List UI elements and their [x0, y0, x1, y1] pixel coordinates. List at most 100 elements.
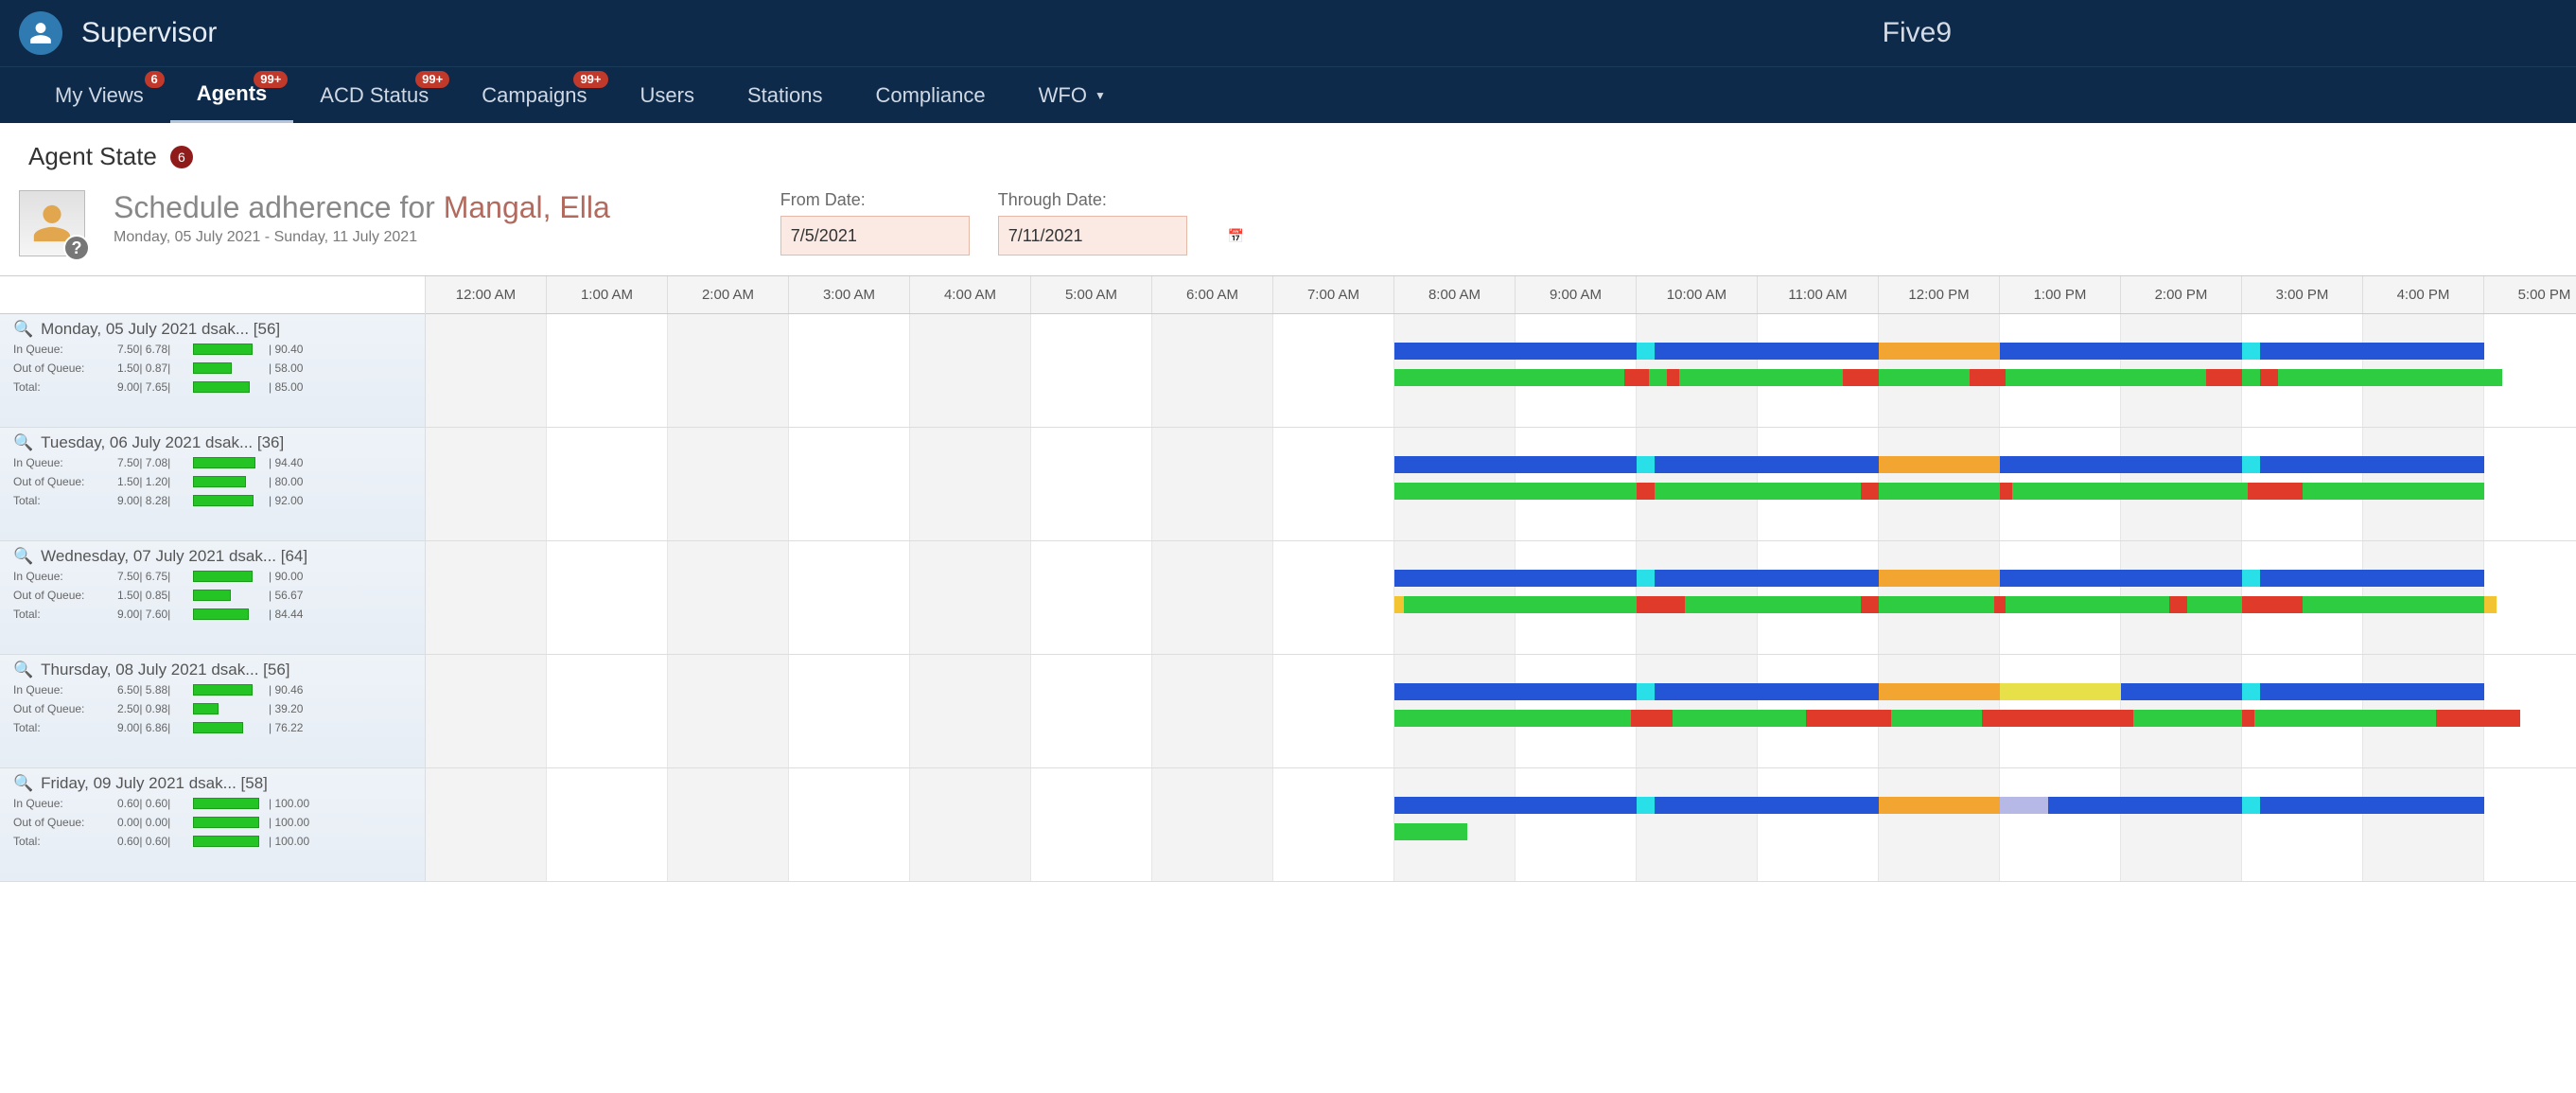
sched-segment[interactable]: [2121, 683, 2242, 700]
sched-segment[interactable]: [2260, 343, 2484, 360]
actual-segment[interactable]: [2206, 369, 2242, 386]
sched-segment[interactable]: [1879, 683, 2000, 700]
magnifier-icon[interactable]: 🔍: [13, 547, 33, 566]
through-date-field[interactable]: 📅: [998, 216, 1187, 256]
magnifier-icon[interactable]: 🔍: [13, 774, 33, 793]
actual-segment[interactable]: [1806, 710, 1891, 727]
sched-segment[interactable]: [2242, 570, 2260, 587]
actual-segment[interactable]: [1637, 596, 1685, 613]
sched-segment[interactable]: [1655, 683, 1879, 700]
sched-segment[interactable]: [1637, 683, 1655, 700]
sched-segment[interactable]: [1879, 797, 2000, 814]
actual-segment[interactable]: [2006, 596, 2169, 613]
actual-segment[interactable]: [1394, 710, 1631, 727]
sched-segment[interactable]: [1637, 797, 1655, 814]
sched-segment[interactable]: [1637, 570, 1655, 587]
actual-segment[interactable]: [2169, 596, 2187, 613]
nav-item-campaigns[interactable]: Campaigns99+: [455, 67, 613, 123]
sched-segment[interactable]: [1879, 343, 2000, 360]
actual-segment[interactable]: [1685, 596, 1861, 613]
actual-segment[interactable]: [1394, 823, 1467, 840]
sched-segment[interactable]: [1655, 456, 1879, 473]
actual-segment[interactable]: [1994, 596, 2006, 613]
day-row-label[interactable]: 🔍Friday, 09 July 2021 dsak... [58]In Que…: [0, 768, 425, 882]
actual-segment[interactable]: [1679, 369, 1843, 386]
actual-segment[interactable]: [1404, 596, 1637, 613]
sched-segment[interactable]: [1879, 570, 2000, 587]
magnifier-icon[interactable]: 🔍: [13, 320, 33, 339]
sched-segment[interactable]: [2260, 570, 2484, 587]
actual-segment[interactable]: [1879, 596, 1994, 613]
actual-segment[interactable]: [1861, 483, 1879, 500]
actual-segment[interactable]: [1667, 369, 1679, 386]
timeline-column[interactable]: 12:00 AM1:00 AM2:00 AM3:00 AM4:00 AM5:00…: [426, 276, 2576, 882]
nav-item-my-views[interactable]: My Views6: [28, 67, 170, 123]
actual-segment[interactable]: [2242, 369, 2260, 386]
actual-segment[interactable]: [1394, 596, 1404, 613]
day-row-label[interactable]: 🔍Tuesday, 06 July 2021 dsak... [36]In Qu…: [0, 428, 425, 541]
nav-item-acd-status[interactable]: ACD Status99+: [293, 67, 455, 123]
calendar-icon[interactable]: 📅: [1228, 228, 1244, 244]
from-date-input[interactable]: [791, 226, 1010, 246]
day-row-label[interactable]: 🔍Monday, 05 July 2021 dsak... [56]In Que…: [0, 314, 425, 428]
sched-segment[interactable]: [2000, 683, 2121, 700]
actual-segment[interactable]: [1631, 710, 1674, 727]
nav-item-stations[interactable]: Stations: [721, 67, 850, 123]
sched-segment[interactable]: [2242, 797, 2260, 814]
actual-segment[interactable]: [2436, 710, 2521, 727]
actual-segment[interactable]: [1861, 596, 1879, 613]
avatar-help-icon[interactable]: ?: [63, 235, 90, 261]
actual-segment[interactable]: [2278, 369, 2502, 386]
actual-segment[interactable]: [1879, 369, 1970, 386]
actual-segment[interactable]: [2260, 369, 2278, 386]
sched-segment[interactable]: [2260, 683, 2484, 700]
actual-segment[interactable]: [1624, 369, 1649, 386]
actual-segment[interactable]: [2242, 596, 2303, 613]
day-row-label[interactable]: 🔍Thursday, 08 July 2021 dsak... [56]In Q…: [0, 655, 425, 768]
actual-segment[interactable]: [1673, 710, 1806, 727]
sched-segment[interactable]: [1394, 797, 1637, 814]
user-avatar-icon[interactable]: [19, 11, 62, 55]
sched-segment[interactable]: [1655, 343, 1879, 360]
from-date-field[interactable]: 📅: [780, 216, 970, 256]
sched-segment[interactable]: [2000, 343, 2242, 360]
actual-segment[interactable]: [1970, 369, 2006, 386]
actual-segment[interactable]: [2006, 369, 2205, 386]
sched-segment[interactable]: [1394, 343, 1637, 360]
actual-segment[interactable]: [2254, 710, 2436, 727]
sched-segment[interactable]: [2048, 797, 2242, 814]
actual-segment[interactable]: [2242, 710, 2254, 727]
magnifier-icon[interactable]: 🔍: [13, 433, 33, 452]
actual-segment[interactable]: [2187, 596, 2242, 613]
sched-segment[interactable]: [2242, 683, 2260, 700]
sched-segment[interactable]: [2000, 570, 2242, 587]
actual-segment[interactable]: [1982, 710, 2133, 727]
actual-segment[interactable]: [1394, 369, 1624, 386]
nav-item-agents[interactable]: Agents99+: [170, 67, 294, 123]
sched-segment[interactable]: [1655, 797, 1879, 814]
sched-segment[interactable]: [2260, 797, 2484, 814]
actual-segment[interactable]: [1879, 483, 2000, 500]
nav-item-wfo[interactable]: WFO▼: [1012, 67, 1132, 123]
actual-segment[interactable]: [1394, 483, 1637, 500]
sched-segment[interactable]: [2000, 456, 2242, 473]
actual-segment[interactable]: [2012, 483, 2249, 500]
sched-segment[interactable]: [2242, 456, 2260, 473]
actual-segment[interactable]: [2303, 483, 2484, 500]
actual-segment[interactable]: [2000, 483, 2012, 500]
sched-segment[interactable]: [1637, 456, 1655, 473]
nav-item-compliance[interactable]: Compliance: [849, 67, 1011, 123]
through-date-input[interactable]: [1008, 226, 1228, 246]
actual-segment[interactable]: [2248, 483, 2303, 500]
actual-segment[interactable]: [1843, 369, 1879, 386]
actual-segment[interactable]: [1891, 710, 1982, 727]
sched-segment[interactable]: [1637, 343, 1655, 360]
sched-segment[interactable]: [1394, 456, 1637, 473]
sched-segment[interactable]: [2260, 456, 2484, 473]
sched-segment[interactable]: [1394, 683, 1637, 700]
actual-segment[interactable]: [2303, 596, 2484, 613]
actual-segment[interactable]: [1655, 483, 1861, 500]
day-row-label[interactable]: 🔍Wednesday, 07 July 2021 dsak... [64]In …: [0, 541, 425, 655]
nav-item-users[interactable]: Users: [614, 67, 721, 123]
sched-segment[interactable]: [1394, 570, 1637, 587]
